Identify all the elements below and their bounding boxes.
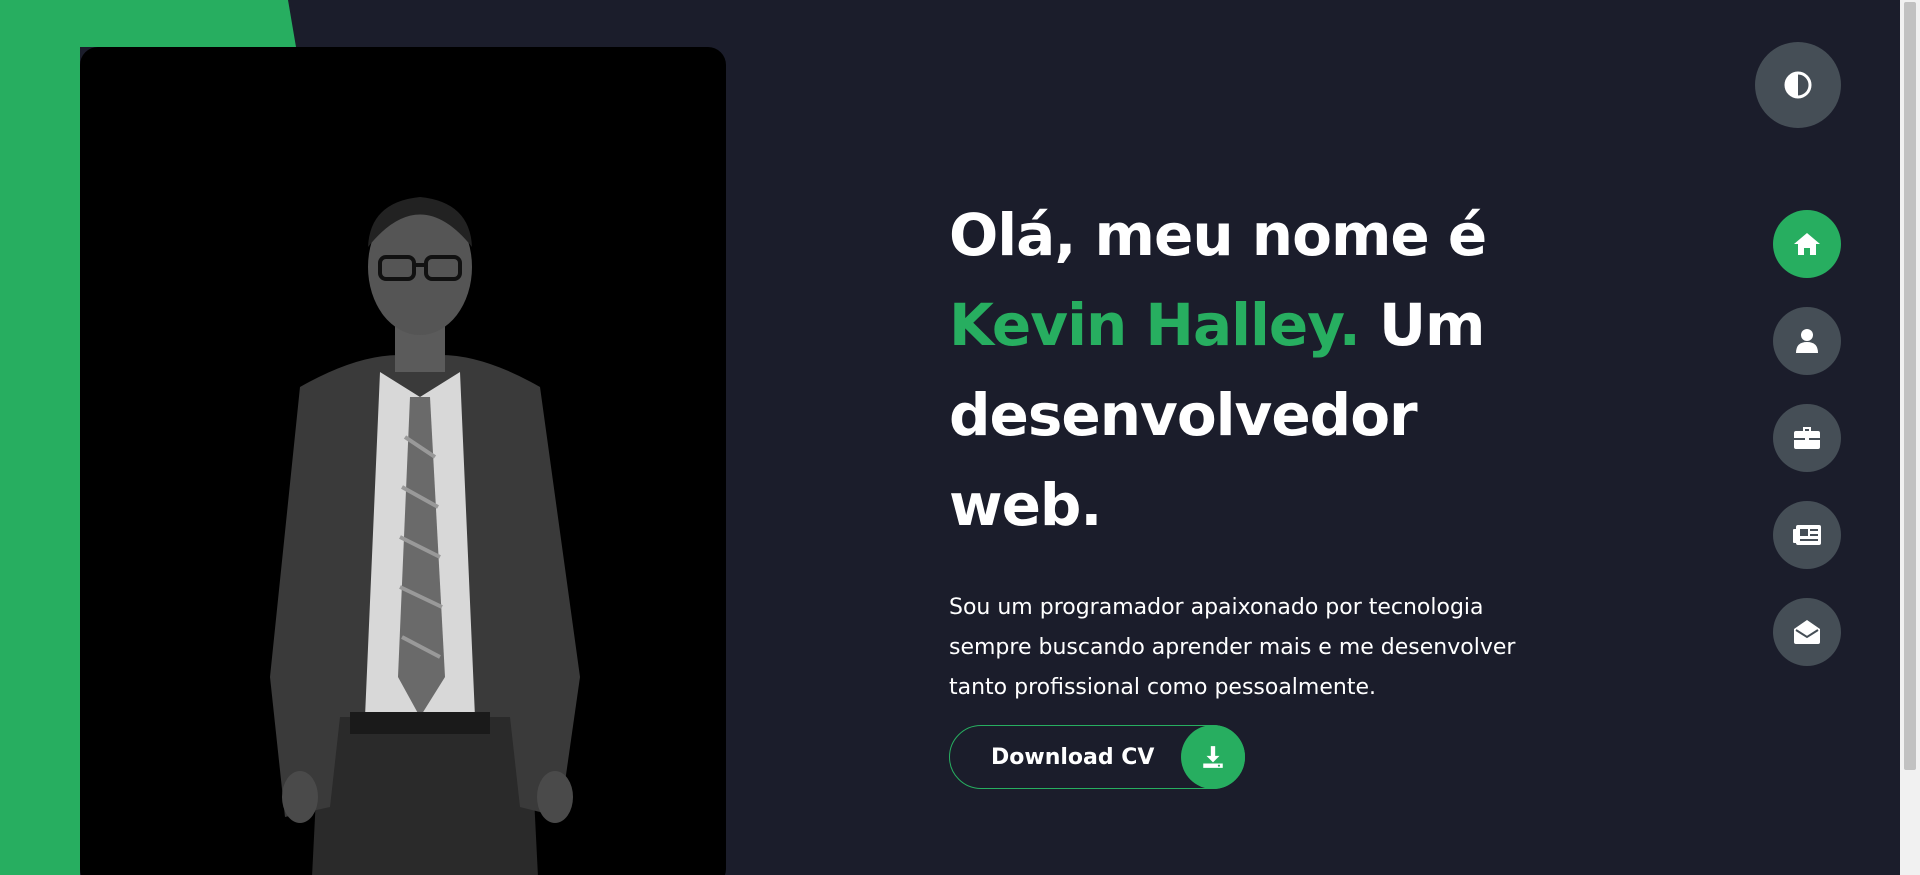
briefcase-icon xyxy=(1794,427,1820,449)
scrollbar-thumb[interactable] xyxy=(1904,2,1916,770)
nav-home[interactable] xyxy=(1773,210,1841,278)
nav-portfolio[interactable] xyxy=(1773,404,1841,472)
scrollbar[interactable] xyxy=(1900,0,1920,875)
nav-about[interactable] xyxy=(1773,307,1841,375)
headline-name: Kevin Halley. xyxy=(949,291,1361,359)
nav-blog[interactable] xyxy=(1773,501,1841,569)
contrast-icon xyxy=(1784,71,1812,99)
profile-photo-card xyxy=(80,47,726,875)
download-cv-label: Download CV xyxy=(991,744,1155,770)
headline-greeting: Olá, meu nome é xyxy=(949,201,1487,269)
newspaper-icon xyxy=(1793,525,1821,545)
envelope-open-icon xyxy=(1794,620,1820,644)
profile-photo xyxy=(270,197,580,875)
hero-intro: Sou um programador apaixonado por tecnol… xyxy=(949,595,1516,700)
side-navigation xyxy=(1773,210,1841,695)
nav-contact[interactable] xyxy=(1773,598,1841,666)
theme-toggle-button[interactable] xyxy=(1755,42,1841,128)
user-icon xyxy=(1796,329,1818,353)
home-icon xyxy=(1794,233,1820,255)
hero-content: Olá, meu nome é Kevin Halley. Um desenvo… xyxy=(949,190,1569,708)
hero-headline: Olá, meu nome é Kevin Halley. Um desenvo… xyxy=(949,190,1569,550)
download-icon xyxy=(1181,725,1245,789)
download-cv-button[interactable]: Download CV xyxy=(949,725,1245,789)
